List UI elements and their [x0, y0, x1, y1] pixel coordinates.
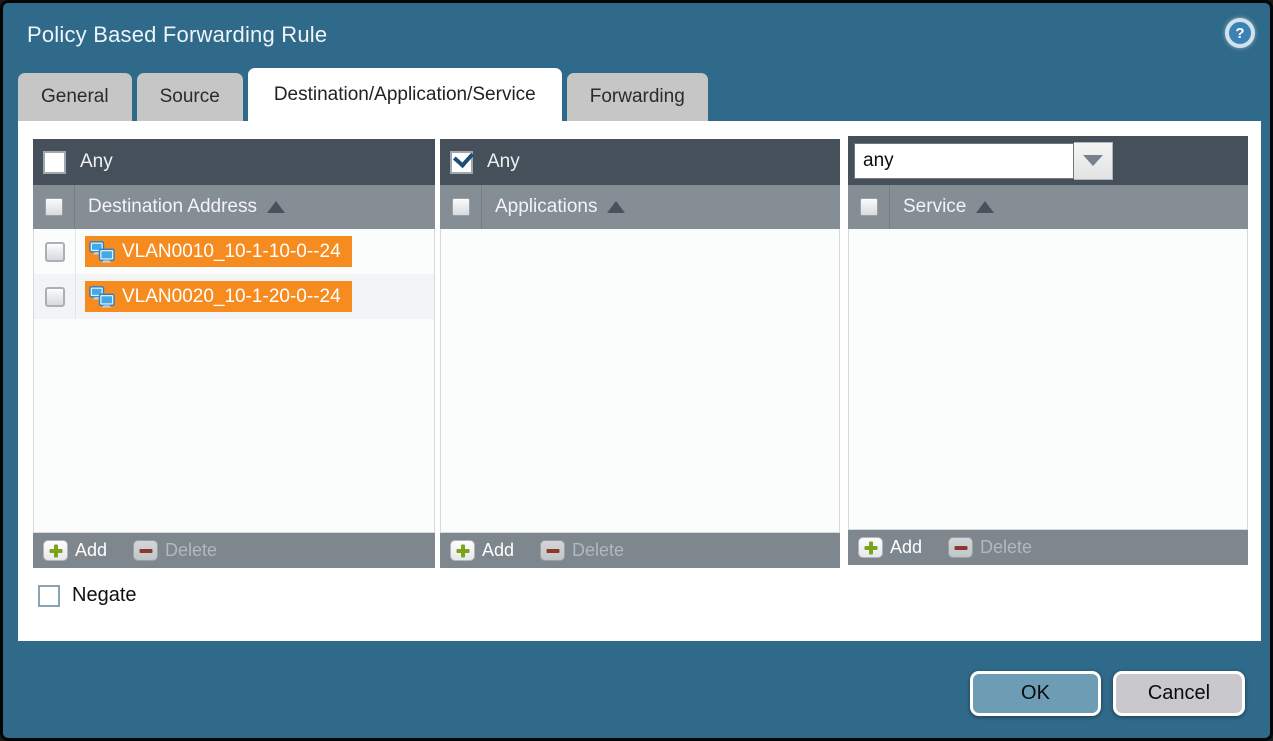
- service-list: [848, 229, 1248, 530]
- applications-panel: Any Applications Add Delete: [440, 139, 840, 568]
- address-chip[interactable]: VLAN0020_10-1-20-0--24: [85, 281, 352, 312]
- table-row: VLAN0010_10-1-10-0--24: [34, 229, 434, 274]
- negate-option: Negate: [38, 584, 137, 607]
- add-icon: [43, 540, 68, 561]
- row-checkbox[interactable]: [45, 242, 65, 262]
- chevron-down-icon: [1083, 155, 1103, 166]
- policy-based-forwarding-rule-dialog: Policy Based Forwarding Rule ? General S…: [0, 0, 1273, 741]
- tab-bar: General Source Destination/Application/S…: [18, 68, 713, 121]
- applications-any-label: Any: [487, 151, 520, 173]
- add-icon: [858, 537, 883, 558]
- delete-button[interactable]: Delete: [540, 540, 624, 561]
- cancel-button[interactable]: Cancel: [1113, 671, 1245, 716]
- destination-any-label: Any: [80, 151, 113, 173]
- table-row: VLAN0020_10-1-20-0--24: [34, 274, 434, 319]
- applications-select-all-checkbox[interactable]: [452, 198, 470, 216]
- row-checkbox[interactable]: [45, 287, 65, 307]
- sort-ascending-icon: [607, 201, 625, 213]
- address-chip[interactable]: VLAN0010_10-1-10-0--24: [85, 236, 352, 267]
- sort-ascending-icon: [267, 201, 285, 213]
- service-dropdown[interactable]: any: [854, 142, 1113, 180]
- delete-icon: [540, 540, 565, 561]
- service-dropdown-value[interactable]: any: [854, 143, 1074, 179]
- destination-column-label: Destination Address: [88, 196, 257, 218]
- applications-toolbar: Add Delete: [440, 533, 840, 568]
- destination-any-row: Any: [33, 139, 435, 185]
- network-computers-icon: [89, 286, 115, 308]
- destination-address-panel: Any Destination Address: [33, 139, 435, 568]
- tab-content: Any Destination Address: [18, 121, 1261, 641]
- address-label: VLAN0010_10-1-10-0--24: [122, 241, 341, 263]
- add-icon: [450, 540, 475, 561]
- help-icon[interactable]: ?: [1225, 18, 1255, 48]
- network-computers-icon: [89, 241, 115, 263]
- service-panel: any Service Add Delete: [848, 136, 1248, 565]
- applications-column-header[interactable]: Applications: [440, 185, 840, 229]
- negate-label: Negate: [72, 584, 137, 607]
- destination-select-all-checkbox[interactable]: [45, 198, 63, 216]
- delete-icon: [133, 540, 158, 561]
- service-dropdown-row: any: [848, 136, 1248, 185]
- service-select-all-checkbox[interactable]: [860, 198, 878, 216]
- service-toolbar: Add Delete: [848, 530, 1248, 565]
- ok-button[interactable]: OK: [970, 671, 1101, 716]
- add-button[interactable]: Add: [43, 540, 107, 561]
- delete-button[interactable]: Delete: [948, 537, 1032, 558]
- negate-checkbox[interactable]: [38, 585, 60, 607]
- service-dropdown-button[interactable]: [1074, 142, 1113, 180]
- add-button[interactable]: Add: [858, 537, 922, 558]
- destination-any-checkbox[interactable]: [43, 151, 66, 174]
- tab-general[interactable]: General: [18, 73, 132, 121]
- tab-forwarding[interactable]: Forwarding: [567, 73, 708, 121]
- destination-column-header[interactable]: Destination Address: [33, 185, 435, 229]
- address-label: VLAN0020_10-1-20-0--24: [122, 286, 341, 308]
- applications-any-row: Any: [440, 139, 840, 185]
- delete-icon: [948, 537, 973, 558]
- dialog-title: Policy Based Forwarding Rule: [27, 22, 327, 48]
- tab-source[interactable]: Source: [137, 73, 243, 121]
- destination-list: VLAN0010_10-1-10-0--24: [33, 229, 435, 533]
- service-column-label: Service: [903, 196, 966, 218]
- applications-list: [440, 229, 840, 533]
- applications-column-label: Applications: [495, 196, 597, 218]
- tab-destination-application-service[interactable]: Destination/Application/Service: [248, 68, 562, 121]
- destination-toolbar: Add Delete: [33, 533, 435, 568]
- sort-ascending-icon: [976, 201, 994, 213]
- delete-button[interactable]: Delete: [133, 540, 217, 561]
- add-button[interactable]: Add: [450, 540, 514, 561]
- applications-any-checkbox[interactable]: [450, 151, 473, 174]
- service-column-header[interactable]: Service: [848, 185, 1248, 229]
